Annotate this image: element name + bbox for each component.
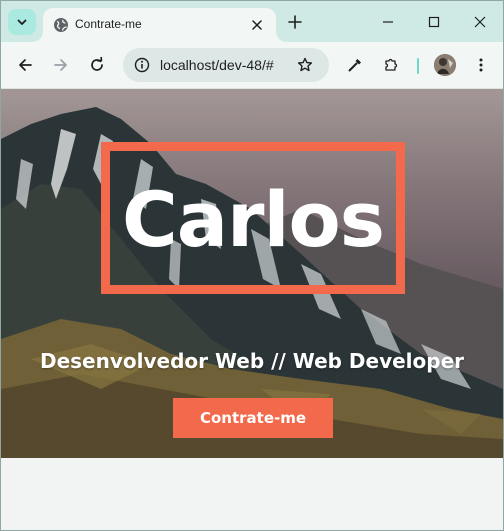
chevron-down-icon (17, 19, 27, 25)
back-button[interactable] (13, 53, 37, 77)
close-window-button[interactable] (465, 7, 495, 37)
tab-close-button[interactable] (248, 16, 266, 34)
new-tab-button[interactable] (285, 12, 305, 32)
tab-search-button[interactable] (8, 9, 36, 35)
minimize-button[interactable] (373, 7, 403, 37)
more-vertical-icon (479, 58, 483, 72)
hero-section: Carlos Desenvolvedor Web // Web Develope… (1, 89, 503, 458)
eyedropper-button[interactable] (343, 53, 367, 77)
tab-title: Contrate-me (75, 17, 142, 31)
close-icon (474, 16, 486, 28)
url-text[interactable]: localhost/dev-48/# (160, 57, 274, 73)
tab-strip: Contrate-me (1, 1, 503, 42)
reload-icon (91, 57, 103, 71)
extensions-button[interactable] (379, 53, 403, 77)
maximize-button[interactable] (419, 7, 449, 37)
toolbar: localhost/dev-48/# (1, 42, 503, 89)
browser-window: Contrate-me localhost/dev-48/# Carlos De… (0, 0, 504, 531)
site-info-button[interactable] (130, 53, 154, 77)
hero-subtitle: Desenvolvedor Web // Web Developer (39, 349, 465, 373)
avatar-icon (434, 54, 456, 76)
reload-button[interactable] (85, 53, 109, 77)
star-icon (297, 57, 313, 72)
menu-button[interactable] (469, 53, 493, 77)
profile-avatar[interactable] (434, 54, 456, 76)
globe-icon (54, 18, 68, 32)
hero-name: Carlos (121, 175, 385, 264)
tab-active[interactable]: Contrate-me (33, 8, 286, 42)
name-frame: Carlos (101, 142, 405, 294)
eyedropper-icon (348, 59, 361, 72)
arrow-left-icon (19, 59, 32, 71)
contrate-me-button[interactable]: Contrate-me (173, 398, 333, 438)
forward-button[interactable] (49, 53, 73, 77)
info-icon (134, 57, 150, 73)
address-bar[interactable]: localhost/dev-48/# (123, 48, 329, 82)
page-viewport: Carlos Desenvolvedor Web // Web Develope… (1, 89, 503, 530)
plus-icon (288, 15, 302, 29)
toolbar-divider (417, 58, 419, 74)
arrow-right-icon (54, 59, 67, 71)
minimize-icon (383, 21, 393, 23)
maximize-icon (428, 16, 440, 28)
bookmark-button[interactable] (293, 53, 317, 77)
puzzle-icon (385, 58, 398, 71)
close-icon (252, 20, 262, 30)
